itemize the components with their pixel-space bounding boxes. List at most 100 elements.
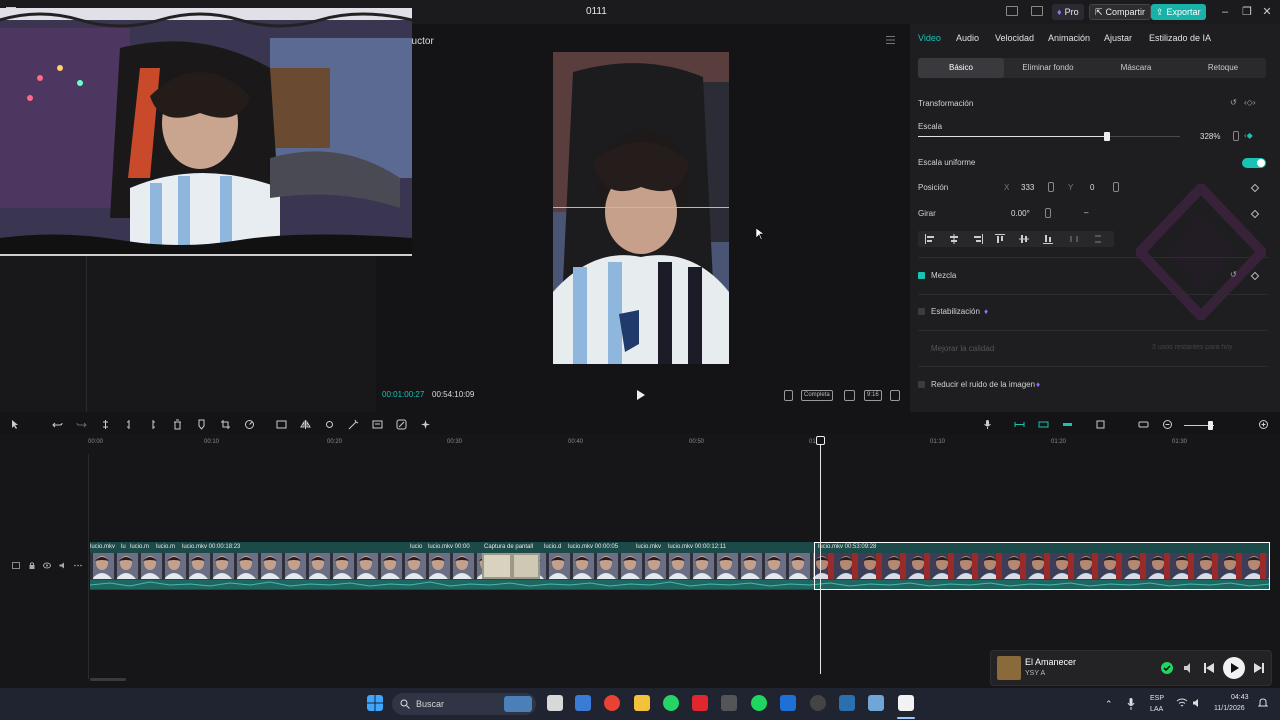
export-button[interactable]: ⇪ Exportar (1151, 4, 1206, 20)
magnet-icon[interactable] (1038, 419, 1049, 430)
clock-time[interactable]: 04:43 (1231, 694, 1249, 701)
scale-slider-thumb[interactable] (1103, 132, 1110, 141)
store-icon[interactable] (575, 695, 591, 711)
microphone-icon[interactable] (982, 419, 993, 430)
taskbar-search[interactable]: Buscar (392, 693, 536, 715)
align-center-v-icon[interactable] (1018, 233, 1030, 245)
playhead-line[interactable] (820, 438, 821, 674)
subtab-retouch[interactable]: Retoque (1180, 58, 1266, 78)
capcut-icon[interactable] (898, 695, 914, 711)
clip-label[interactable]: Captura de pantall (484, 544, 533, 550)
maximize-icon[interactable]: ❐ (1240, 5, 1254, 19)
task-view-icon[interactable] (547, 695, 563, 711)
clip-label[interactable]: lu (121, 544, 126, 550)
transform-keyframe-icon[interactable]: ‹◇› (1244, 98, 1255, 107)
volume-icon[interactable] (1192, 698, 1202, 708)
play-icon[interactable] (636, 389, 646, 401)
steam-icon[interactable] (839, 695, 855, 711)
stabilization-checkbox[interactable] (918, 308, 925, 315)
app-circle-icon[interactable] (810, 695, 826, 711)
notifications-icon[interactable] (1258, 697, 1268, 709)
clip-label[interactable]: lucio.mkv 00:00:05 (568, 544, 618, 550)
caption-icon[interactable] (372, 419, 383, 430)
clip-label[interactable]: lucio.mkv 00:00:12:11 (668, 544, 726, 550)
player-menu-icon[interactable] (886, 36, 895, 44)
selected-clip-outline[interactable] (814, 542, 1270, 590)
share-button[interactable]: ⇱ Compartir (1089, 4, 1152, 20)
aspect-ratio-select[interactable]: 9:16 (864, 390, 882, 401)
tab-ai-style[interactable]: Estilizado de IA (1149, 33, 1211, 43)
reset-blend-icon[interactable]: ↺ (1230, 270, 1237, 279)
track-cover-icon[interactable] (12, 562, 20, 569)
rotate-stepper[interactable] (1045, 208, 1051, 218)
subtab-mask[interactable]: Máscara (1092, 58, 1180, 78)
pro-button[interactable]: ♦ Pro (1052, 4, 1084, 20)
clock-date[interactable]: 11/1/2026 (1214, 705, 1245, 712)
timeline-scrollbar[interactable] (90, 678, 126, 681)
select-tool-icon[interactable] (10, 419, 21, 430)
app-settings-icon[interactable] (868, 695, 884, 711)
ai-tool-icon[interactable] (420, 419, 431, 430)
time-ruler[interactable]: 00:00 00:10 00:20 00:30 00:40 00:50 01:0… (0, 434, 1280, 448)
scale-keyframe-icon[interactable]: ‹◆ (1244, 131, 1253, 140)
minimize-icon[interactable]: – (1218, 5, 1232, 19)
scale-value[interactable]: 328% (1200, 132, 1220, 141)
link-clips-icon[interactable] (1014, 419, 1025, 430)
previous-track-icon[interactable] (1203, 662, 1215, 674)
align-center-h-icon[interactable] (948, 233, 960, 245)
chrome-icon[interactable] (604, 695, 620, 711)
align-bottom-icon[interactable] (1042, 233, 1054, 245)
trim-right-icon[interactable] (147, 419, 158, 430)
clip-label[interactable]: lucio.m (156, 544, 175, 550)
blend-label[interactable]: Mezcla (931, 271, 956, 280)
app-blue-icon[interactable] (780, 695, 796, 711)
subtitle-icon[interactable] (1138, 419, 1149, 430)
zoom-slider-thumb[interactable] (1208, 421, 1213, 430)
subtab-remove-background[interactable]: Eliminar fondo (1004, 58, 1092, 78)
playhead-handle[interactable] (816, 436, 825, 445)
marker-icon[interactable] (196, 419, 207, 430)
scale-stepper[interactable] (1233, 131, 1239, 141)
tab-video[interactable]: Video (918, 33, 941, 43)
uniform-scale-toggle[interactable] (1242, 158, 1266, 168)
rotate-dash[interactable]: – (1084, 208, 1088, 217)
whatsapp-icon[interactable] (663, 695, 679, 711)
tab-adjust[interactable]: Ajustar (1104, 33, 1132, 43)
crop-icon[interactable] (220, 419, 231, 430)
clip-label[interactable]: lucio.mkv 00:00 (428, 544, 470, 550)
position-y-value[interactable]: 0 (1090, 183, 1094, 192)
zoom-fit-icon[interactable] (844, 390, 855, 401)
blend-checkbox[interactable] (918, 272, 925, 279)
mirror-icon[interactable] (300, 419, 311, 430)
language-indicator[interactable]: ESP (1150, 695, 1164, 702)
position-x-stepper[interactable] (1048, 182, 1054, 192)
lock-icon[interactable] (28, 562, 36, 569)
position-y-stepper[interactable] (1113, 182, 1119, 192)
smart-cut-icon[interactable] (324, 419, 335, 430)
reset-transform-icon[interactable]: ↺ (1230, 98, 1237, 107)
visibility-icon[interactable] (43, 562, 51, 569)
clip-label[interactable]: lucio.mkv 00:00:18:23 (182, 544, 240, 550)
next-track-icon[interactable] (1253, 662, 1265, 674)
zoom-out-icon[interactable] (1162, 419, 1173, 430)
shortcuts-icon[interactable] (1031, 6, 1043, 16)
denoise-checkbox[interactable] (918, 381, 925, 388)
edit-icon[interactable] (396, 419, 407, 430)
tab-speed[interactable]: Velocidad (995, 33, 1034, 43)
wifi-icon[interactable] (1176, 698, 1188, 708)
redo-icon[interactable] (76, 419, 87, 430)
now-playing-widget[interactable]: El Amanecer YSY A (990, 650, 1272, 686)
subtab-basic[interactable]: Básico (918, 58, 1004, 78)
clip-label[interactable]: lucio.mkv (636, 544, 661, 550)
video-preview[interactable] (553, 52, 729, 364)
clip-label[interactable]: lucio (410, 544, 422, 550)
app-m-icon[interactable] (721, 695, 737, 711)
zoom-fit-timeline-icon[interactable] (1258, 419, 1269, 430)
trim-left-icon[interactable] (124, 419, 135, 430)
recorder-icon[interactable] (692, 695, 708, 711)
rotate-value[interactable]: 0.00° (1011, 209, 1030, 218)
snap-icon[interactable] (1062, 419, 1073, 430)
close-icon[interactable]: ✕ (1260, 5, 1274, 19)
fullscreen-preview-icon[interactable] (784, 390, 793, 401)
clip-label[interactable]: lucio.mkv (90, 544, 115, 550)
